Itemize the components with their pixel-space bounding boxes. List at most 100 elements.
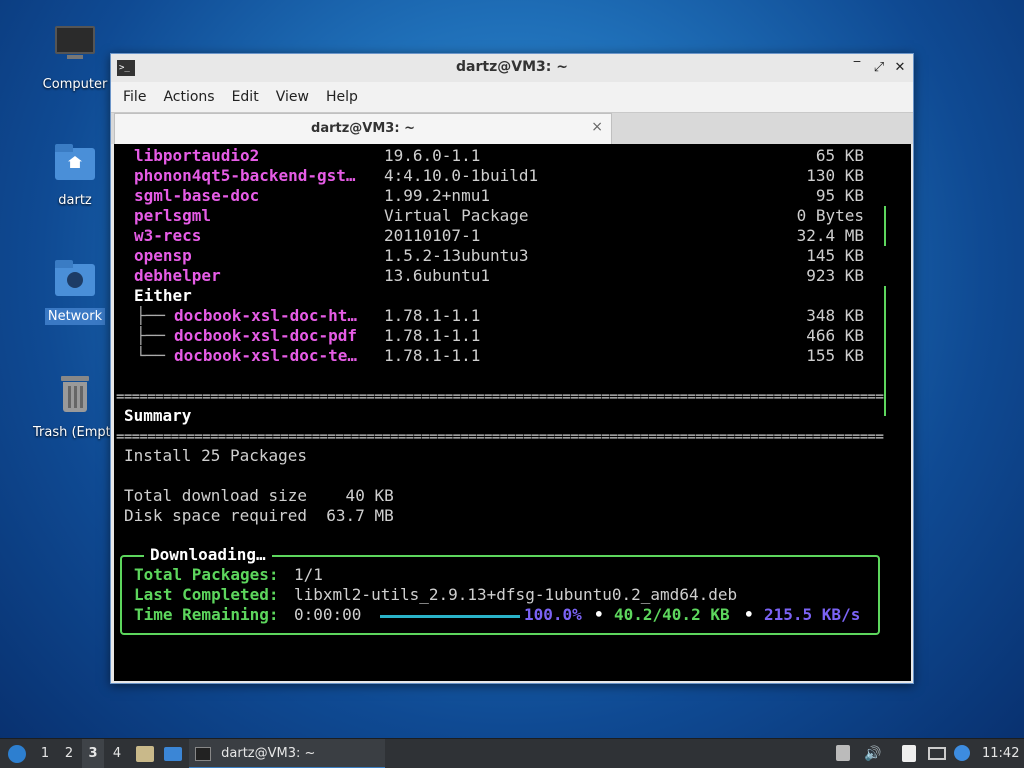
- home-folder-icon: [51, 140, 99, 188]
- package-name: phonon4qt5-backend-gst…: [134, 166, 356, 185]
- upload-icon[interactable]: [836, 745, 854, 763]
- download-speed: 215.5 KB/s: [764, 605, 861, 624]
- package-version: 1.78.1-1.1: [384, 306, 481, 325]
- last-completed-label: Last Completed:: [134, 585, 279, 604]
- package-size: 65 KB: [815, 146, 864, 165]
- menu-help[interactable]: Help: [320, 85, 369, 109]
- tree-branch: ├──: [136, 326, 165, 345]
- either-heading: Either: [134, 286, 192, 305]
- package-size: 145 KB: [806, 246, 864, 265]
- terminal-task-icon: [195, 746, 211, 761]
- file-manager-icon[interactable]: [134, 739, 156, 768]
- clock[interactable]: 11:42: [982, 739, 1022, 768]
- package-version: 4:4.10.0-1build1: [384, 166, 539, 185]
- tab-terminal[interactable]: dartz@VM3: ~ ×: [114, 113, 612, 145]
- table-border: [884, 286, 886, 416]
- desktop-icon-label: Network: [44, 308, 106, 325]
- workspace-3[interactable]: 3: [82, 739, 104, 768]
- network-icon[interactable]: [928, 745, 946, 763]
- progress-percent: 100.0%: [524, 605, 582, 624]
- workspace-4[interactable]: 4: [106, 739, 128, 768]
- desktop-icon-label: Computer: [42, 77, 108, 92]
- clipboard-icon[interactable]: [902, 745, 920, 763]
- package-version: 19.6.0-1.1: [384, 146, 481, 165]
- minimize-button[interactable]: ‾: [847, 58, 867, 78]
- package-size: 32.4 MB: [796, 226, 864, 245]
- workspace-1[interactable]: 1: [34, 739, 56, 768]
- install-summary: Install 25 Packages: [124, 446, 308, 465]
- package-name: w3-recs: [134, 226, 202, 245]
- desktop-icon-label: dartz: [58, 193, 92, 208]
- download-panel-title: Downloading…: [144, 545, 272, 565]
- bytes-downloaded: 40.2/40.2 KB: [614, 605, 730, 624]
- package-version: 13.6ubuntu1: [384, 266, 490, 285]
- taskbar: 1 2 3 4 dartz@VM3: ~ 🔊 11:42: [0, 738, 1024, 768]
- terminal-window: >_ dartz@VM3: ~ ‾ ⤢ ✕ File Actions Edit …: [110, 53, 914, 684]
- show-desktop-icon[interactable]: [162, 739, 184, 768]
- time-remaining-value: 0:00:00: [294, 605, 362, 624]
- task-title: dartz@VM3: ~: [221, 746, 316, 761]
- table-border: [884, 206, 886, 246]
- menu-view[interactable]: View: [270, 85, 320, 109]
- package-size: 466 KB: [806, 326, 864, 345]
- workspace-2[interactable]: 2: [58, 739, 80, 768]
- package-name: libportaudio2: [134, 146, 260, 165]
- package-version: 20110107-1: [384, 226, 481, 245]
- desktop-icon-trash[interactable]: Trash (Empty): [30, 372, 124, 441]
- close-button[interactable]: ✕: [890, 58, 910, 78]
- maximize-button[interactable]: ⤢: [869, 58, 889, 78]
- menubar: File Actions Edit View Help: [111, 82, 913, 112]
- package-name: perlsgml: [134, 206, 212, 225]
- trash-icon: [51, 372, 99, 420]
- bullet-separator: •: [594, 605, 604, 624]
- update-notifier-icon[interactable]: [954, 745, 972, 763]
- terminal-output[interactable]: libportaudio2 19.6.0-1.1 65 KB phonon4qt…: [114, 144, 911, 681]
- time-remaining-label: Time Remaining:: [134, 605, 279, 624]
- package-name: sgml-base-doc: [134, 186, 260, 205]
- taskbar-task-terminal[interactable]: dartz@VM3: ~: [189, 739, 385, 768]
- package-name: docbook-xsl-doc-ht…: [174, 306, 358, 325]
- window-titlebar[interactable]: >_ dartz@VM3: ~ ‾ ⤢ ✕: [111, 54, 913, 82]
- computer-icon: [51, 24, 99, 72]
- window-title: dartz@VM3: ~: [456, 59, 568, 75]
- package-name: debhelper: [134, 266, 221, 285]
- last-completed-value: libxml2-utils_2.9.13+dfsg-1ubuntu0.2_amd…: [294, 585, 738, 604]
- menu-file[interactable]: File: [117, 85, 157, 109]
- desktop-icon-computer[interactable]: Computer: [30, 24, 120, 93]
- disk-space: Disk space required 63.7 MB: [124, 506, 394, 525]
- package-version: Virtual Package: [384, 206, 529, 225]
- menu-actions[interactable]: Actions: [157, 85, 225, 109]
- separator-rule: ========================================…: [116, 389, 884, 405]
- package-name: docbook-xsl-doc-te…: [174, 346, 358, 365]
- package-version: 1.78.1-1.1: [384, 346, 481, 365]
- package-size: 0 Bytes: [796, 206, 864, 225]
- network-folder-icon: [51, 256, 99, 304]
- package-size: 130 KB: [806, 166, 864, 185]
- download-progress-bar: [380, 615, 520, 618]
- package-version: 1.5.2-13ubuntu3: [384, 246, 529, 265]
- download-panel: Downloading… Total Packages: 1/1 Last Co…: [120, 545, 880, 635]
- package-size: 923 KB: [806, 266, 864, 285]
- desktop-icon-home-folder[interactable]: dartz: [30, 140, 120, 209]
- start-menu-icon[interactable]: [4, 739, 30, 768]
- total-packages-value: 1/1: [294, 565, 323, 584]
- package-size: 95 KB: [815, 186, 864, 205]
- bullet-separator: •: [744, 605, 754, 624]
- tab-close-icon[interactable]: ×: [591, 119, 603, 135]
- package-size: 348 KB: [806, 306, 864, 325]
- volume-icon[interactable]: 🔊: [864, 745, 882, 763]
- desktop-icon-network[interactable]: Network: [30, 256, 120, 325]
- summary-heading: Summary: [124, 406, 192, 425]
- tree-branch: └──: [136, 346, 165, 365]
- package-version: 1.99.2+nmu1: [384, 186, 490, 205]
- package-size: 155 KB: [806, 346, 864, 365]
- package-version: 1.78.1-1.1: [384, 326, 481, 345]
- download-size: Total download size 40 KB: [124, 486, 394, 505]
- package-name: docbook-xsl-doc-pdf: [174, 326, 358, 345]
- menu-edit[interactable]: Edit: [226, 85, 270, 109]
- tree-branch: ├──: [136, 306, 165, 325]
- tab-label: dartz@VM3: ~: [311, 121, 415, 136]
- separator-rule: ========================================…: [116, 429, 884, 445]
- tab-bar: dartz@VM3: ~ ×: [111, 112, 913, 145]
- package-name: opensp: [134, 246, 192, 265]
